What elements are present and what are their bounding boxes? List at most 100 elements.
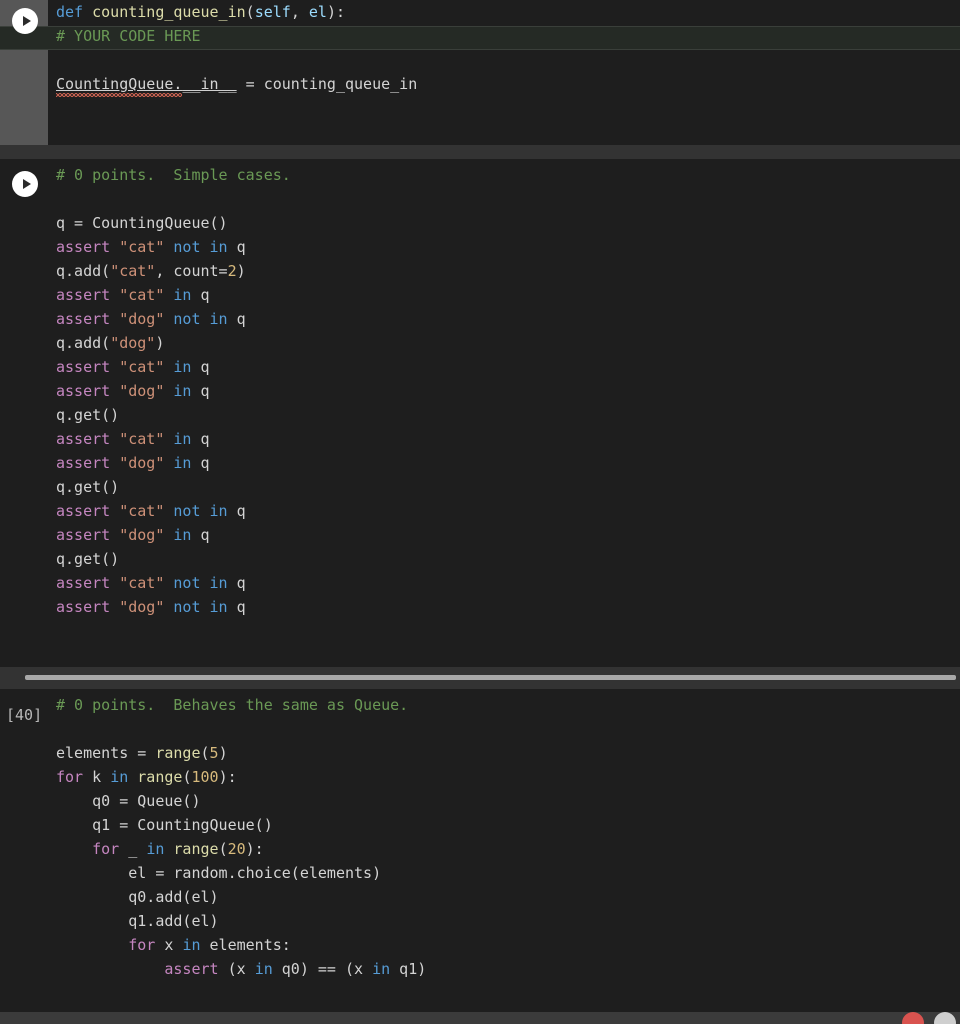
status-dot-red[interactable] — [902, 1012, 924, 1024]
code-line: for x in elements: — [56, 933, 952, 957]
code-token: in — [173, 382, 191, 400]
code-token: () — [210, 214, 228, 232]
code-token: el = random.choice(elements) — [56, 864, 381, 882]
cell-separator-1 — [0, 145, 960, 159]
code-token: in — [173, 358, 191, 376]
code-editor-1[interactable]: def counting_queue_in(self, el):# YOUR C… — [0, 0, 960, 96]
code-token: in — [173, 286, 191, 304]
code-token: "cat" — [119, 238, 164, 256]
notebook-cell-2[interactable]: # 0 points. Simple cases. q = CountingQu… — [0, 159, 960, 667]
code-token: q — [228, 598, 246, 616]
code-token: , — [291, 3, 309, 21]
code-token: in — [255, 960, 273, 978]
misspelled-token: CountingQueue. — [56, 75, 182, 93]
code-token: "dog" — [119, 382, 164, 400]
code-token: x — [164, 936, 182, 954]
horizontal-scrollbar-track[interactable] — [0, 667, 960, 689]
code-line: assert "dog" in q — [56, 523, 952, 547]
code-line: assert "dog" in q — [56, 379, 952, 403]
bottom-status-bar — [0, 1012, 960, 1024]
code-line: el = random.choice(elements) — [56, 861, 952, 885]
code-line: # YOUR CODE HERE — [56, 24, 952, 48]
code-token — [128, 768, 137, 786]
code-token: # 0 points. Behaves the same as Queue. — [56, 696, 408, 714]
notebook-cell-1[interactable]: def counting_queue_in(self, el):# YOUR C… — [0, 0, 960, 145]
code-token — [56, 960, 164, 978]
notebook-cell-3[interactable]: [40] # 0 points. Behaves the same as Que… — [0, 689, 960, 1014]
code-editor-2[interactable]: # 0 points. Simple cases. q = CountingQu… — [0, 159, 960, 619]
code-line: assert "cat" in q — [56, 427, 952, 451]
code-token: = counting_queue_in — [237, 75, 418, 93]
code-token: q1.add(el) — [56, 912, 219, 930]
code-token: q — [191, 358, 209, 376]
code-token: q = — [56, 214, 92, 232]
code-token: not in — [173, 574, 227, 592]
code-token: "dog" — [119, 454, 164, 472]
code-token: "dog" — [119, 526, 164, 544]
code-line: assert (x in q0) == (x in q1) — [56, 957, 952, 981]
code-token: self — [255, 3, 291, 21]
code-token: assert — [56, 358, 119, 376]
code-line: q.get() — [56, 403, 952, 427]
code-token: 5 — [210, 744, 219, 762]
status-dot-grey[interactable] — [934, 1012, 956, 1024]
code-token: "cat" — [119, 502, 164, 520]
code-editor-3[interactable]: # 0 points. Behaves the same as Queue. e… — [0, 689, 960, 981]
code-token: assert — [56, 382, 119, 400]
code-token: ) — [219, 744, 228, 762]
code-token: assert — [56, 454, 119, 472]
code-token: q — [191, 430, 209, 448]
play-icon — [23, 179, 31, 189]
code-token: q — [228, 502, 246, 520]
code-line: assert "dog" in q — [56, 451, 952, 475]
code-token: for — [56, 768, 92, 786]
code-token: # 0 points. Simple cases. — [56, 166, 291, 184]
code-line: q = CountingQueue() — [56, 211, 952, 235]
code-line: q.get() — [56, 475, 952, 499]
code-token: in — [110, 768, 128, 786]
code-line: for k in range(100): — [56, 765, 952, 789]
code-token: __in__ — [182, 75, 236, 93]
code-line: q0.add(el) — [56, 885, 952, 909]
code-token: ( — [246, 3, 255, 21]
code-token: assert — [164, 960, 227, 978]
code-token: assert — [56, 238, 119, 256]
code-line: def counting_queue_in(self, el): — [56, 0, 952, 24]
code-line: assert "cat" not in q — [56, 235, 952, 259]
code-token: (x — [228, 960, 255, 978]
code-token: "cat" — [119, 286, 164, 304]
code-token: ): — [327, 3, 345, 21]
code-token: q1 = CountingQueue() — [56, 816, 273, 834]
code-token: q.get() — [56, 550, 119, 568]
code-token: CountingQueue — [92, 214, 209, 232]
code-token: "cat" — [119, 358, 164, 376]
code-token: q.get() — [56, 406, 119, 424]
run-cell-button-1[interactable] — [12, 8, 38, 34]
code-token: el — [309, 3, 327, 21]
code-token — [56, 936, 128, 954]
code-token: for — [128, 936, 164, 954]
code-token: range — [173, 840, 218, 858]
code-token: q — [228, 310, 246, 328]
run-cell-button-2[interactable] — [12, 171, 38, 197]
notebook-canvas: def counting_queue_in(self, el):# YOUR C… — [0, 0, 960, 1024]
code-line — [56, 48, 952, 72]
code-line: assert "dog" not in q — [56, 595, 952, 619]
code-token: assert — [56, 502, 119, 520]
play-icon — [23, 16, 31, 26]
code-token: not in — [173, 598, 227, 616]
code-line: for _ in range(20): — [56, 837, 952, 861]
code-token: in — [146, 840, 164, 858]
horizontal-scrollbar-thumb[interactable] — [25, 675, 956, 680]
code-token: in — [173, 430, 191, 448]
code-token: q0 = Queue() — [56, 792, 201, 810]
code-token: assert — [56, 598, 119, 616]
code-line — [56, 187, 952, 211]
code-line: assert "cat" not in q — [56, 499, 952, 523]
code-token: ( — [219, 840, 228, 858]
code-token: q — [191, 382, 209, 400]
code-token: assert — [56, 430, 119, 448]
code-token: q — [191, 526, 209, 544]
code-token: "dog" — [110, 334, 155, 352]
code-token: counting_queue_in — [92, 3, 246, 21]
